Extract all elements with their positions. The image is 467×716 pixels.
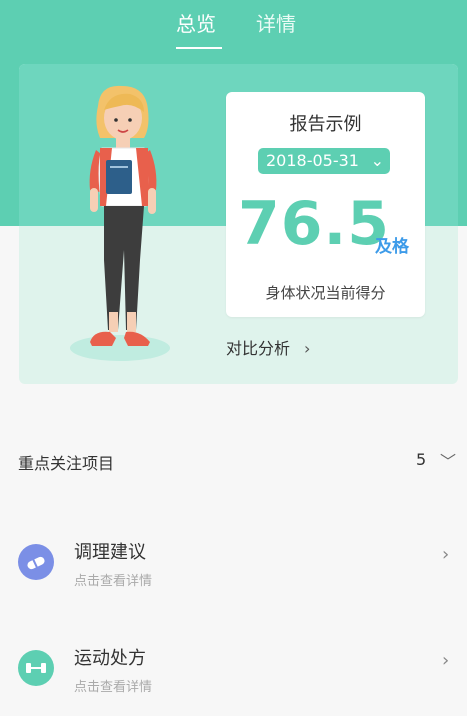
- focus-items-row[interactable]: 重点关注项目 5 ﹀: [0, 430, 467, 490]
- focus-count: 5: [416, 450, 427, 469]
- advice-subtitle: 点击查看详情: [74, 574, 153, 589]
- pill-icon: [18, 544, 54, 580]
- chevron-right-icon: ›: [442, 544, 450, 565]
- chevron-down-icon: ﹀: [440, 452, 457, 471]
- dumbbell-icon: [18, 650, 54, 686]
- grade-label: 及格: [375, 237, 409, 257]
- score-value: 76.5: [238, 189, 391, 259]
- tab-overview[interactable]: 总览: [176, 8, 216, 37]
- chevron-right-icon: ›: [442, 650, 450, 671]
- compare-analysis-link[interactable]: 对比分析 ›: [226, 335, 310, 359]
- report-title: 报告示例: [289, 114, 362, 135]
- focus-title: 重点关注项目: [18, 454, 115, 473]
- compare-label: 对比分析: [226, 339, 291, 358]
- advice-title: 调理建议: [74, 542, 146, 563]
- active-tab-indicator: [176, 47, 222, 49]
- tab-detail[interactable]: 详情: [256, 8, 296, 37]
- tab-bar: 总览 详情: [0, 0, 467, 60]
- date-selector[interactable]: 2018-05-31 ⌄: [258, 148, 390, 174]
- score-panel: 报告示例 2018-05-31 ⌄ 76.5 及格 身体状况当前得分: [226, 92, 425, 317]
- date-value: 2018-05-31: [266, 151, 359, 170]
- chevron-right-icon: ›: [304, 339, 311, 358]
- chevron-down-icon: ⌄: [370, 151, 384, 170]
- exercise-title: 运动处方: [74, 648, 146, 669]
- score-caption: 身体状况当前得分: [265, 284, 386, 302]
- person-illustration-icon: [70, 85, 170, 361]
- list-item-exercise[interactable]: 运动处方 点击查看详情 ›: [0, 636, 467, 716]
- exercise-subtitle: 点击查看详情: [74, 680, 153, 695]
- list-item-advice[interactable]: 调理建议 点击查看详情 ›: [0, 530, 467, 610]
